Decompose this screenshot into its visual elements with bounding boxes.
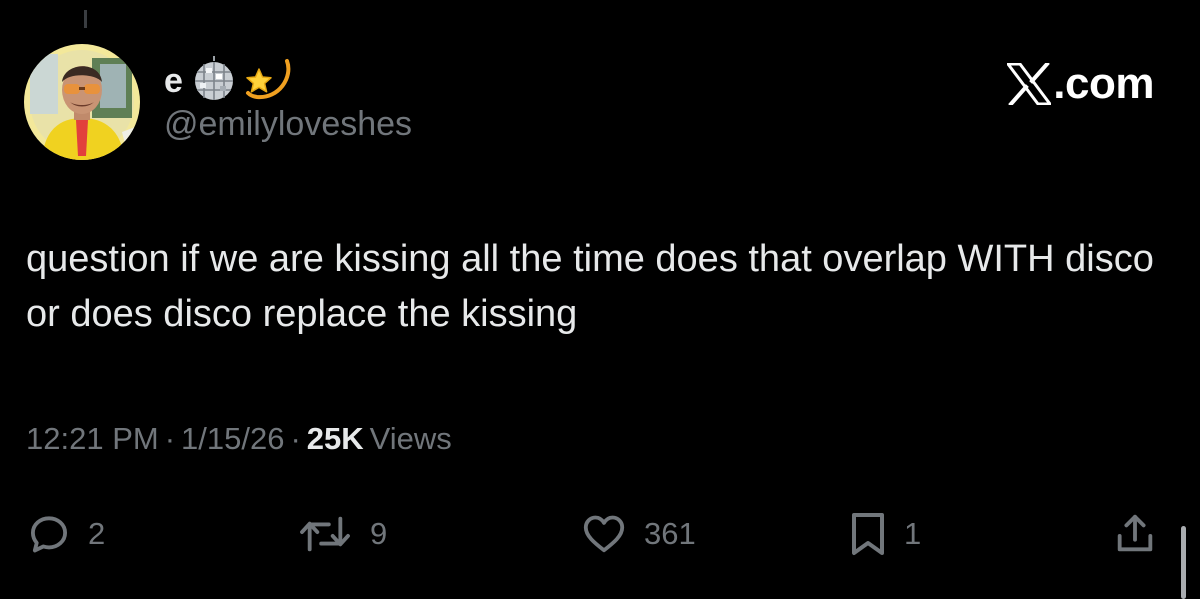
reply-button[interactable]: 2 xyxy=(26,506,105,562)
bookmark-icon xyxy=(852,513,884,555)
like-button[interactable]: 361 xyxy=(580,506,696,562)
tweet-date[interactable]: 1/15/26 xyxy=(181,421,284,456)
bookmark-count: 1 xyxy=(904,516,922,551)
scrollbar[interactable] xyxy=(1181,526,1186,599)
x-logo-icon xyxy=(1007,63,1052,105)
author-name-row[interactable]: e xyxy=(164,55,291,108)
reply-icon xyxy=(30,516,68,553)
like-count: 361 xyxy=(644,516,696,551)
share-icon xyxy=(1117,514,1153,552)
display-name[interactable]: e xyxy=(164,64,183,98)
tweet-time[interactable]: 12:21 PM xyxy=(26,421,159,456)
meta-separator: · xyxy=(290,421,301,456)
repost-count: 9 xyxy=(370,516,388,551)
heart-icon xyxy=(583,515,625,553)
avatar[interactable] xyxy=(24,44,140,160)
views-count[interactable]: 25K xyxy=(307,421,364,456)
action-bar: 2 9 361 1 xyxy=(0,506,1200,566)
repost-button[interactable]: 9 xyxy=(296,506,387,562)
brand-label: .com xyxy=(1053,59,1154,108)
share-button[interactable] xyxy=(1112,506,1158,562)
thread-connector-line xyxy=(84,10,87,28)
tweet-metadata: 12:21 PM · 1/15/26 · 25K Views xyxy=(26,420,452,457)
disco-ball-icon xyxy=(191,55,237,107)
views-label[interactable]: Views xyxy=(370,421,452,456)
reply-count: 2 xyxy=(88,516,106,551)
repost-icon xyxy=(300,516,350,552)
brand-watermark: .com xyxy=(1007,62,1154,106)
bookmark-button[interactable]: 1 xyxy=(848,506,921,562)
dizzy-star-icon xyxy=(243,55,291,108)
meta-separator: · xyxy=(164,421,176,456)
avatar-photo xyxy=(24,44,140,160)
tweet-text: question if we are kissing all the time … xyxy=(26,238,1154,335)
author-handle[interactable]: @emilyloveshes xyxy=(164,104,412,145)
